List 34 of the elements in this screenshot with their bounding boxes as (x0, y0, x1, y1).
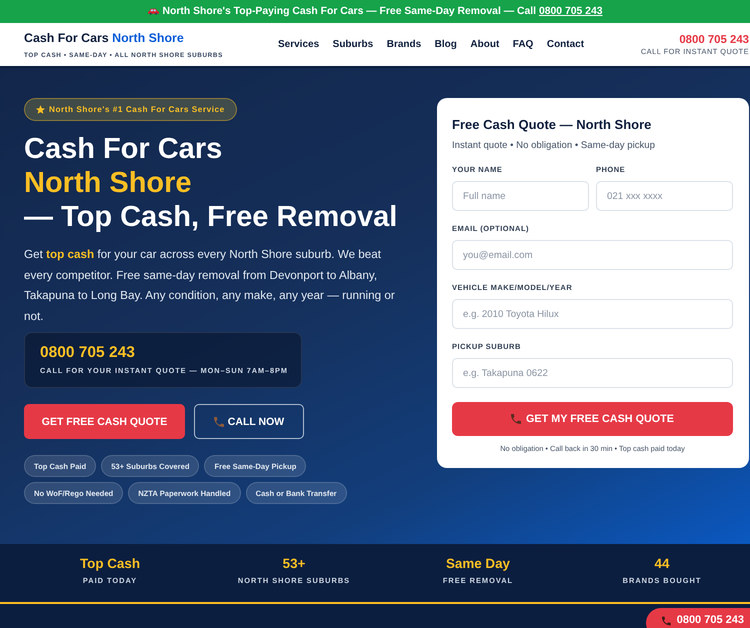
nav-link[interactable]: Blog (434, 38, 457, 51)
stat-value: Same Day (444, 556, 512, 572)
hero-intro: Get top cash for your car across every North Shore suburb. We beat every competitor. Free same-day removal from Devonport to Albany, Takapuna to Long Bay. Any condition, any make, any year — running or not. (24, 247, 396, 324)
phone-icon (511, 414, 521, 424)
input-field[interactable]: Full name (452, 181, 589, 211)
form-subtitle: Instant quote • No obligation • Same-day pickup (452, 140, 656, 152)
nav-link[interactable]: About (470, 38, 500, 51)
input-field[interactable]: e.g. 2010 Toyota Hilux (452, 299, 733, 329)
call-now-button[interactable]: CALL NOW (194, 404, 304, 439)
stat-value: 53+ (282, 556, 306, 572)
get-quote-button[interactable]: GET FREE CASH QUOTE (24, 404, 185, 439)
nav-link[interactable]: Services (278, 38, 320, 51)
nav-link[interactable]: Contact (546, 38, 584, 51)
stat-value: Top Cash (78, 556, 141, 572)
car-icon (148, 8, 158, 15)
submit-quote-button[interactable]: GET MY FREE CASH QUOTE (452, 402, 733, 436)
nav-link[interactable]: Brands (386, 38, 422, 51)
floating-call-button[interactable]: 0800 705 243 (646, 608, 750, 628)
announcement-text: North Shore's Top-Paying Cash For Cars — Free Same-Day Removal — Call 0800 705 243 (162, 5, 602, 18)
input-field[interactable]: you@email.com (452, 240, 733, 270)
star-icon (36, 105, 45, 114)
input-field[interactable]: 021 xxx xxxx (596, 181, 733, 211)
phone-icon (214, 416, 224, 426)
input-field[interactable]: e.g. Takapuna 0622 (452, 358, 733, 388)
header-phone-link[interactable]: 0800 705 243 (640, 34, 749, 46)
nav-link[interactable]: FAQ (512, 38, 534, 51)
stat-value: 44 (654, 556, 670, 572)
badge-text: North Shore's #1 Cash For Cars Service (49, 104, 225, 114)
form-title: Free Cash Quote — North Shore (452, 117, 652, 133)
phone-icon (662, 616, 671, 626)
phone-number-link[interactable]: 0800 705 243 (40, 343, 286, 362)
site-logo[interactable]: Cash For Cars North Shore (24, 31, 184, 46)
hero-title: Cash For Cars North Shore — Top Cash, Free Removal (24, 132, 398, 234)
nav-link[interactable]: Suburbs (332, 38, 374, 51)
